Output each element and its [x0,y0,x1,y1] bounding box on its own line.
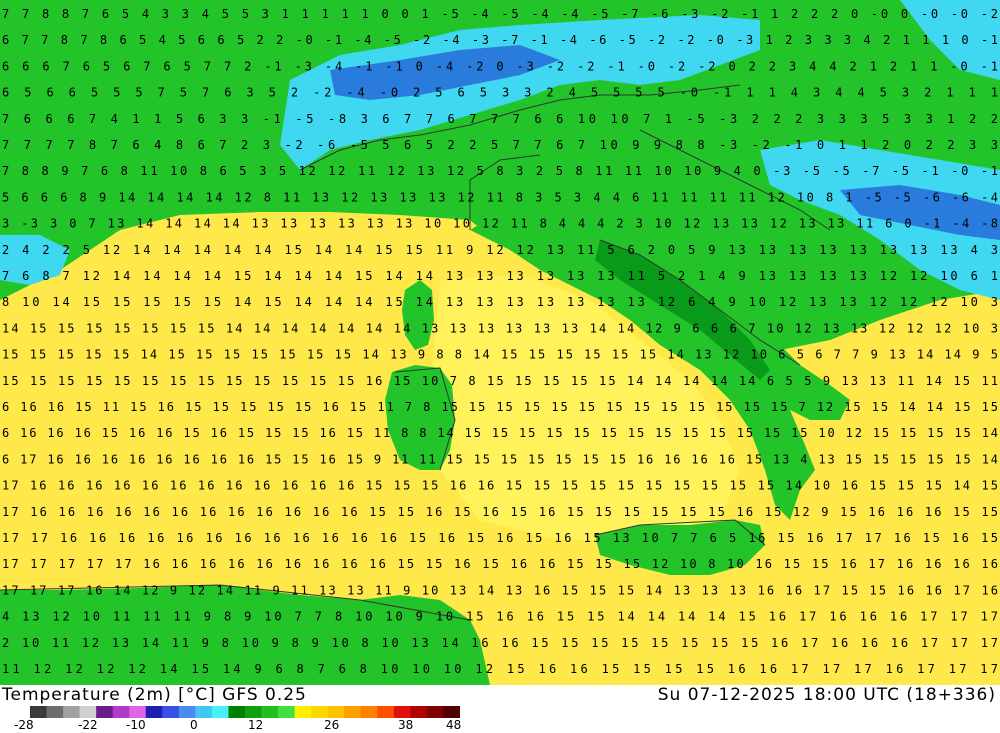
color-scale-tick-label: 0 [190,718,198,732]
color-scale-bar [30,706,460,718]
color-scale-swatch [443,706,460,718]
color-scale-swatch [360,706,378,718]
valid-time-title: Su 07-12-2025 18:00 UTC (18+336) [657,685,996,705]
temperature-row: 17 17 16 16 16 16 16 16 16 16 16 16 16 1… [2,531,998,545]
color-scale-tick-label: -28 [14,718,34,732]
color-scale-tick-label: 12 [248,718,264,732]
color-scale-swatch [393,706,411,718]
color-scale-swatch [46,706,64,718]
temperature-row: 7 8 8 9 7 6 8 11 10 8 6 5 3 5 12 12 11 1… [2,164,998,178]
color-scale-swatch [145,706,163,718]
color-scale-swatch [63,706,81,718]
temperature-row: 17 16 16 16 16 16 16 16 16 16 16 16 16 1… [2,479,998,493]
color-scale-swatch [410,706,428,718]
color-scale-swatch [344,706,362,718]
color-scale-swatch [426,706,444,718]
color-scale-tick-label: 38 [398,718,414,732]
map-footer: Temperature (2m) [°C] GFS 0.25 Su 07-12-… [0,685,1000,733]
temperature-row: 5 6 6 6 8 9 14 14 14 14 12 8 11 13 12 13… [2,190,998,204]
color-scale-swatch [112,706,130,718]
color-scale-swatch [311,706,329,718]
color-scale-tick-label: -22 [78,718,98,732]
temperature-row: 6 16 16 16 15 16 16 15 16 15 15 15 16 15… [2,426,998,440]
color-scale-swatch [327,706,345,718]
variable-title: Temperature (2m) [°C] GFS 0.25 [2,685,307,705]
color-scale-tick-label: 26 [324,718,340,732]
color-scale-swatch [228,706,246,718]
color-scale-swatch [294,706,312,718]
color-scale-swatch [79,706,97,718]
color-scale-swatch [30,706,48,718]
color-scale-swatch [162,706,180,718]
color-scale-swatch [195,706,213,718]
temperature-row: 11 12 12 12 12 14 15 14 9 6 8 7 6 8 10 1… [2,662,998,676]
temperature-row: 14 15 15 15 15 15 15 15 14 14 14 14 14 1… [2,321,998,335]
color-scale-swatch [261,706,279,718]
color-scale-swatch [211,706,229,718]
color-scale-swatch [178,706,196,718]
temperature-row: 15 15 15 15 15 15 15 15 15 15 15 15 15 1… [2,374,998,388]
temperature-row: 6 17 16 16 16 16 16 16 16 16 15 15 16 15… [2,452,998,466]
temperature-row: 6 16 16 15 11 15 16 15 15 15 15 15 16 15… [2,400,998,414]
color-scale-swatch [129,706,147,718]
color-scale-swatch [96,706,114,718]
color-scale-swatch [278,706,296,718]
color-scale-tick-label: 48 [446,718,462,732]
color-scale-swatch [377,706,395,718]
color-scale-swatch [245,706,263,718]
temperature-row: 17 17 17 16 14 12 9 12 14 11 9 11 13 13 … [2,583,998,597]
color-scale-tick-label: -10 [126,718,146,732]
temperature-map: 7 7 8 8 7 6 5 4 3 3 4 5 5 3 1 1 1 1 1 0 … [0,0,1000,685]
